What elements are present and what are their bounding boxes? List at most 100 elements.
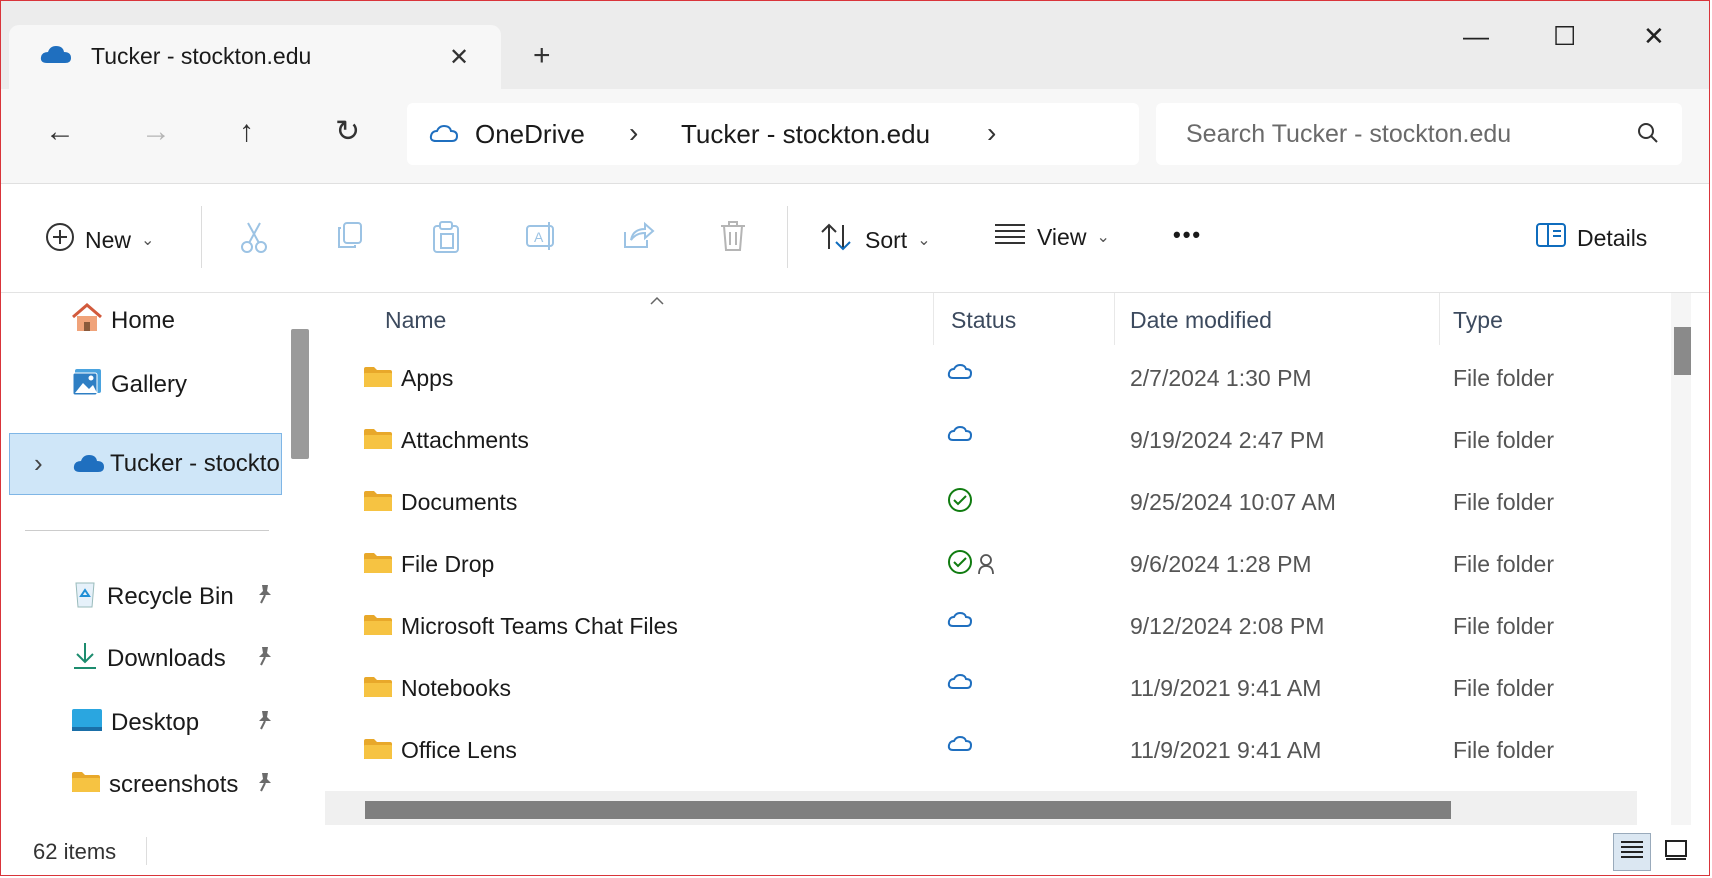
- sort-button[interactable]: Sort ⌄: [819, 222, 931, 258]
- details-button[interactable]: Details: [1535, 222, 1647, 254]
- chevron-down-icon: ⌄: [1096, 229, 1110, 246]
- sort-label: Sort: [865, 226, 908, 253]
- sidebar-item-onedrive[interactable]: › Tucker - stockto: [9, 433, 282, 495]
- table-row[interactable]: Apps 2/7/2024 1:30 PM File folder: [319, 351, 1671, 407]
- onedrive-cloud-icon: [72, 452, 106, 481]
- breadcrumb-tucker[interactable]: Tucker - stockton.edu: [681, 119, 930, 150]
- downloads-icon: [71, 641, 99, 678]
- tab-title: Tucker - stockton.edu: [91, 43, 312, 69]
- sidebar-item-gallery[interactable]: Gallery: [71, 365, 187, 405]
- cloud-only-icon: [947, 735, 973, 757]
- vertical-scroll-thumb[interactable]: [1674, 327, 1691, 375]
- back-button[interactable]: ←: [45, 117, 75, 147]
- column-header-type[interactable]: Type: [1453, 307, 1503, 334]
- folder-icon: [71, 770, 101, 801]
- breadcrumb-chevron-icon[interactable]: ›: [629, 117, 638, 149]
- expand-chevron-icon[interactable]: ›: [34, 448, 43, 479]
- sidebar-item-label: Gallery: [111, 371, 188, 398]
- search-icon[interactable]: [1636, 121, 1660, 150]
- details-view-icon: [1619, 839, 1645, 866]
- file-name: Documents: [401, 489, 518, 515]
- new-button[interactable]: New ⌄: [45, 222, 154, 258]
- svg-text:A: A: [534, 229, 544, 245]
- tiles-view-button[interactable]: [1657, 833, 1695, 871]
- copy-icon[interactable]: [335, 220, 365, 255]
- vertical-scrollbar[interactable]: [1671, 293, 1691, 825]
- pin-icon[interactable]: [255, 709, 275, 737]
- date-modified: 9/19/2024 2:47 PM: [1130, 427, 1325, 453]
- tab-active[interactable]: Tucker - stockton.edu ✕: [9, 25, 501, 89]
- cloud-only-icon: [947, 425, 973, 447]
- toolbar-separator: [787, 206, 788, 268]
- sort-ascending-icon: [649, 293, 665, 309]
- chevron-down-icon: ⌄: [141, 232, 155, 249]
- pin-icon[interactable]: [255, 583, 275, 611]
- file-type: File folder: [1453, 427, 1554, 453]
- table-row[interactable]: File Drop 9/6/2024 1:28 PM File folder: [319, 537, 1671, 593]
- column-separator[interactable]: [1439, 293, 1440, 345]
- column-separator[interactable]: [1114, 293, 1115, 345]
- sidebar-item-label: Downloads: [107, 645, 226, 672]
- minimize-button[interactable]: —: [1463, 21, 1489, 51]
- maximize-button[interactable]: ☐: [1553, 21, 1576, 51]
- date-modified: 2/7/2024 1:30 PM: [1130, 365, 1312, 391]
- chevron-down-icon: ⌄: [917, 232, 931, 249]
- column-header-name[interactable]: Name: [385, 307, 446, 334]
- sort-arrows-icon: [819, 222, 855, 258]
- sidebar-item-downloads[interactable]: Downloads: [71, 639, 226, 679]
- column-header-date[interactable]: Date modified: [1130, 307, 1272, 334]
- pin-icon[interactable]: [255, 645, 275, 673]
- paste-icon[interactable]: [431, 220, 461, 259]
- new-tab-button[interactable]: +: [533, 41, 551, 71]
- navigation-pane: Home Gallery › Tucker - stockto Recycle …: [1, 293, 317, 825]
- file-name: Microsoft Teams Chat Files: [401, 613, 678, 639]
- address-bar[interactable]: OneDrive › Tucker - stockton.edu ›: [407, 103, 1139, 165]
- folder-icon: [363, 489, 393, 518]
- cut-icon[interactable]: [239, 220, 269, 259]
- table-row[interactable]: Office Lens 11/9/2021 9:41 AM File folder: [319, 723, 1671, 779]
- horizontal-scroll-thumb[interactable]: [365, 801, 1451, 819]
- delete-icon[interactable]: [719, 220, 747, 257]
- cloud-only-icon: [947, 611, 973, 633]
- sidebar-item-screenshots[interactable]: screenshots: [71, 765, 238, 805]
- tab-close-icon[interactable]: ✕: [449, 43, 469, 72]
- view-button[interactable]: View ⌄: [993, 222, 1110, 252]
- pin-icon[interactable]: [255, 771, 275, 799]
- breadcrumb-onedrive[interactable]: OneDrive: [475, 119, 585, 150]
- file-type: File folder: [1453, 737, 1554, 763]
- forward-button[interactable]: →: [141, 117, 171, 147]
- sidebar-scrollbar[interactable]: [291, 329, 309, 459]
- date-modified: 11/9/2021 9:41 AM: [1130, 737, 1322, 763]
- status-divider: [146, 837, 147, 865]
- more-options-button[interactable]: •••: [1173, 222, 1202, 248]
- column-separator[interactable]: [933, 293, 934, 345]
- sidebar-item-recycle-bin[interactable]: Recycle Bin: [71, 577, 234, 617]
- sidebar-item-label: Desktop: [111, 709, 200, 736]
- sync-status: [947, 611, 973, 634]
- breadcrumb-chevron-icon[interactable]: ›: [987, 117, 996, 149]
- table-row[interactable]: Documents 9/25/2024 10:07 AM File folder: [319, 475, 1671, 531]
- search-box[interactable]: Search Tucker - stockton.edu: [1156, 103, 1682, 165]
- sidebar-item-home[interactable]: Home: [71, 301, 175, 341]
- rename-icon[interactable]: A: [525, 220, 559, 257]
- share-icon[interactable]: [621, 220, 655, 255]
- sidebar-item-label: screenshots: [109, 771, 239, 798]
- details-view-button[interactable]: [1613, 833, 1651, 871]
- table-row[interactable]: Attachments 9/19/2024 2:47 PM File folder: [319, 413, 1671, 469]
- file-type: File folder: [1453, 551, 1554, 577]
- file-name: Notebooks: [401, 675, 511, 701]
- horizontal-scrollbar[interactable]: [325, 791, 1637, 825]
- table-row[interactable]: Notebooks 11/9/2021 9:41 AM File folder: [319, 661, 1671, 717]
- column-header-status[interactable]: Status: [951, 307, 1016, 334]
- onedrive-outline-icon: [429, 123, 459, 150]
- close-window-button[interactable]: ✕: [1643, 21, 1665, 51]
- new-label: New: [85, 226, 132, 253]
- search-input[interactable]: Search Tucker - stockton.edu: [1186, 120, 1511, 149]
- file-name: Apps: [401, 365, 454, 391]
- up-button[interactable]: ↑: [239, 117, 254, 147]
- refresh-button[interactable]: ↻: [335, 117, 360, 147]
- sidebar-item-desktop[interactable]: Desktop: [71, 703, 199, 743]
- navigation-bar: ← → ↑ ↻ OneDrive › Tucker - stockton.edu…: [1, 89, 1709, 183]
- status-bar: 62 items: [1, 825, 1709, 875]
- table-row[interactable]: Microsoft Teams Chat Files 9/12/2024 2:08…: [319, 599, 1671, 655]
